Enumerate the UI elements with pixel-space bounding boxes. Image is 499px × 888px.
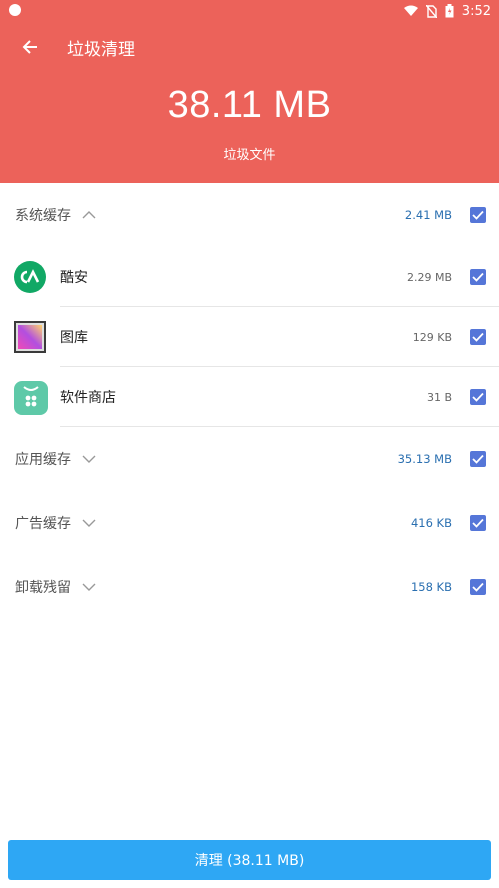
chevron-down-icon[interactable]: [81, 515, 97, 531]
page-title: 垃圾清理: [67, 39, 135, 60]
total-junk-size: 38.11 MB: [167, 84, 332, 126]
group-size: 416 KB: [410, 516, 452, 530]
checkbox[interactable]: [470, 389, 486, 405]
group-ad-cache[interactable]: 广告缓存 416 KB: [0, 491, 499, 555]
group-system-cache[interactable]: 系统缓存 2.41 MB: [0, 183, 499, 247]
item-size: 129 KB: [412, 330, 452, 344]
toolbar: 垃圾清理: [0, 22, 499, 72]
wifi-icon: [403, 5, 418, 16]
header: 3:52 垃圾清理 38.11 MB 垃圾文件: [0, 0, 499, 183]
group-size: 35.13 MB: [397, 452, 452, 466]
notification-dot-icon: [9, 4, 21, 16]
junk-list: 系统缓存 2.41 MB 酷安 2.29 MB 图库 129 KB 软件商店 3…: [0, 183, 499, 619]
group-size: 2.41 MB: [404, 208, 452, 222]
checkbox[interactable]: [470, 207, 486, 223]
group-size: 158 KB: [410, 580, 452, 594]
item-size: 2.29 MB: [406, 270, 452, 284]
group-label: 应用缓存: [15, 452, 71, 468]
group-label: 系统缓存: [15, 208, 71, 224]
gallery-icon: [14, 321, 46, 353]
list-item-app-store[interactable]: 软件商店 31 B: [0, 367, 499, 427]
app-store-icon: [14, 381, 48, 415]
item-name: 图库: [60, 330, 88, 346]
chevron-up-icon[interactable]: [81, 207, 97, 223]
coolapk-icon: [14, 261, 46, 293]
battery-icon: [445, 4, 454, 18]
item-size: 31 B: [426, 390, 452, 404]
status-time: 3:52: [461, 3, 491, 19]
clean-button[interactable]: 清理 (38.11 MB): [8, 840, 491, 880]
group-label: 卸载残留: [15, 580, 71, 596]
item-name: 软件商店: [60, 390, 116, 406]
group-uninstall-residue[interactable]: 卸载残留 158 KB: [0, 555, 499, 619]
arrow-left-icon: [22, 40, 37, 54]
chevron-down-icon[interactable]: [81, 451, 97, 467]
status-bar: 3:52: [0, 0, 499, 22]
list-item-gallery[interactable]: 图库 129 KB: [0, 307, 499, 367]
list-item-coolapk[interactable]: 酷安 2.29 MB: [0, 247, 499, 307]
checkbox[interactable]: [470, 269, 486, 285]
status-icons: 3:52: [403, 2, 491, 20]
no-sim-icon: [425, 4, 437, 18]
checkbox[interactable]: [470, 515, 486, 531]
checkbox[interactable]: [470, 451, 486, 467]
item-name: 酷安: [60, 270, 88, 286]
chevron-down-icon[interactable]: [81, 579, 97, 595]
checkbox[interactable]: [470, 329, 486, 345]
back-button[interactable]: [0, 22, 60, 72]
group-app-cache[interactable]: 应用缓存 35.13 MB: [0, 427, 499, 491]
checkbox[interactable]: [470, 579, 486, 595]
junk-subtitle: 垃圾文件: [223, 148, 276, 163]
group-label: 广告缓存: [15, 516, 71, 532]
